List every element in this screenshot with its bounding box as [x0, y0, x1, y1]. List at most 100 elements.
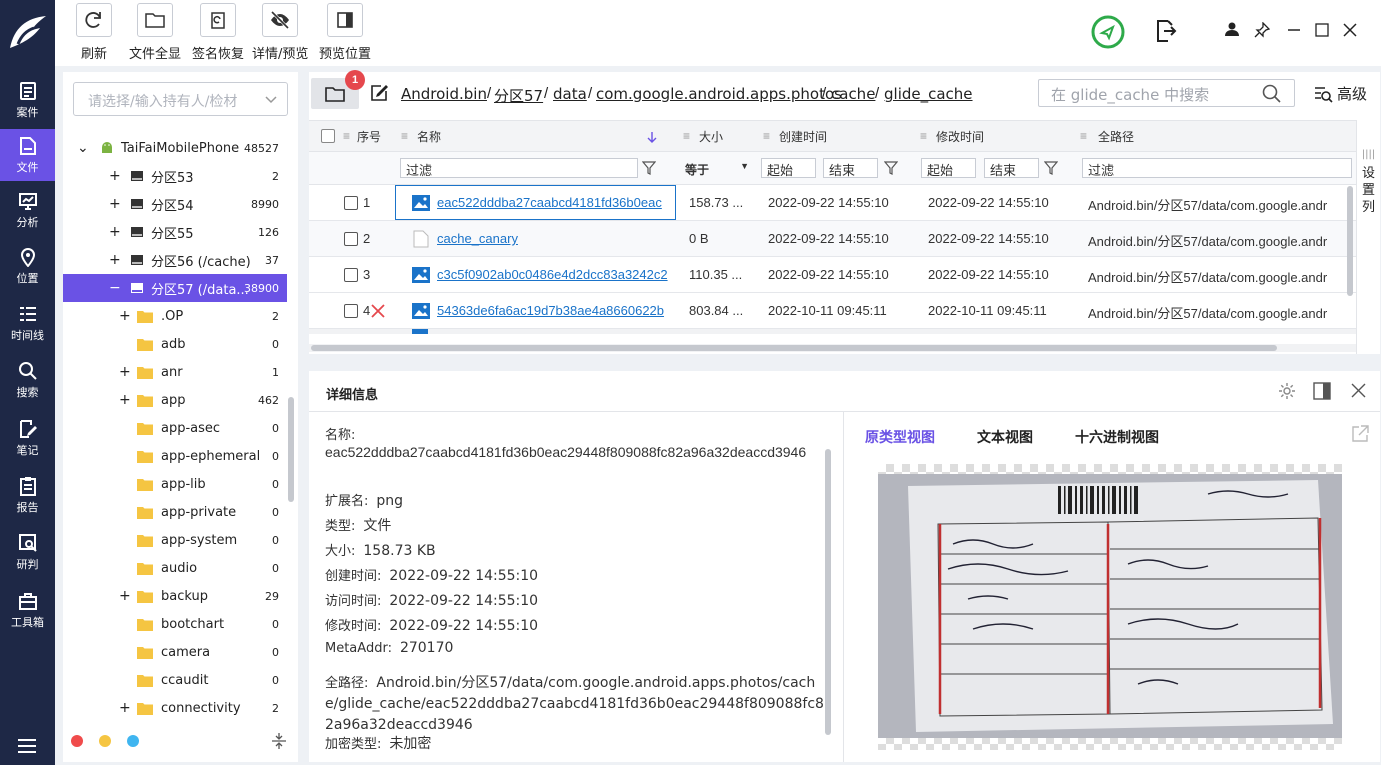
- name-filter-input[interactable]: 过滤: [400, 158, 638, 178]
- crumb-cache[interactable]: cache: [831, 85, 875, 103]
- created-start-input[interactable]: 起始: [761, 158, 816, 178]
- created-end-input[interactable]: 结束: [823, 158, 878, 178]
- filter-icon[interactable]: [1044, 161, 1058, 175]
- nav-item-toolbox[interactable]: 工具箱: [0, 584, 55, 636]
- collapse-icon[interactable]: −: [109, 280, 121, 296]
- nav-item-location[interactable]: 位置: [0, 240, 55, 292]
- search-input[interactable]: 在 glide_cache 中搜索: [1038, 79, 1295, 107]
- tree-item-partition[interactable]: + 分区53 2: [63, 162, 287, 190]
- expand-icon[interactable]: +: [119, 392, 131, 408]
- tree-item-partition[interactable]: + 分区55 126: [63, 218, 287, 246]
- nav-item-report[interactable]: 报告: [0, 469, 55, 521]
- expand-icon[interactable]: +: [119, 700, 131, 716]
- status-icon[interactable]: [1090, 14, 1126, 50]
- table-row[interactable]: 2 cache_canary 0 B 2022-09-22 14:55:10 2022-…: [309, 221, 1356, 257]
- preview-position-button[interactable]: 预览位置: [319, 3, 371, 62]
- row-name-link[interactable]: eac522dddba27caabcd4181fd36b0eac: [437, 195, 675, 210]
- nav-item-timeline[interactable]: 时间线: [0, 297, 55, 349]
- sig-restore-button[interactable]: 签名恢复: [192, 3, 244, 62]
- row-name-link[interactable]: 54363de6fa6ac19d7b38ae4a8660622b: [437, 303, 675, 318]
- edit-path-icon[interactable]: [369, 83, 389, 103]
- tree-item-partition[interactable]: + 分区54 8990: [63, 190, 287, 218]
- tree-item-folder[interactable]: ccaudit 0: [63, 666, 287, 694]
- close-icon[interactable]: [1343, 23, 1357, 37]
- tree-item-folder[interactable]: camera 0: [63, 638, 287, 666]
- row-checkbox[interactable]: [344, 196, 358, 210]
- expand-icon[interactable]: +: [119, 588, 131, 604]
- open-external-icon[interactable]: [1350, 424, 1370, 444]
- tree-item-folder[interactable]: app-system 0: [63, 526, 287, 554]
- tree-item-folder[interactable]: + connectivity 2: [63, 694, 287, 722]
- expand-icon[interactable]: +: [109, 196, 121, 212]
- tree-item-folder[interactable]: adb 0: [63, 330, 287, 358]
- maximize-icon[interactable]: [1315, 23, 1329, 37]
- modified-start-input[interactable]: 起始: [921, 158, 976, 178]
- nav-item-search[interactable]: 搜索: [0, 354, 55, 406]
- pin-icon[interactable]: [1254, 22, 1270, 38]
- row-checkbox[interactable]: [344, 232, 358, 246]
- row-checkbox[interactable]: [344, 304, 358, 318]
- crumb-data[interactable]: data: [553, 85, 587, 103]
- filter-icon[interactable]: [642, 161, 656, 175]
- tab-text-view[interactable]: 文本视图: [977, 427, 1033, 447]
- size-operator-select[interactable]: 等于 ▼: [685, 158, 749, 178]
- user-icon[interactable]: [1225, 22, 1239, 36]
- row-name-link[interactable]: c3c5f0902ab0c0486e4d2dcc83a3242c2: [437, 267, 675, 282]
- sort-desc-icon[interactable]: [647, 131, 657, 143]
- column-header-modified[interactable]: ≡ 修改时间: [910, 120, 1070, 152]
- select-all-checkbox[interactable]: [321, 129, 335, 143]
- close-icon[interactable]: [1351, 383, 1366, 398]
- tree-item-folder[interactable]: bootchart 0: [63, 610, 287, 638]
- settings-columns-button[interactable]: |||| 设置列: [1356, 120, 1380, 354]
- detail-scrollbar[interactable]: [825, 449, 831, 735]
- row-checkbox[interactable]: [344, 268, 358, 282]
- tree-item-folder[interactable]: app-ephemeral 0: [63, 442, 287, 470]
- tree-item-folder[interactable]: + app 462: [63, 386, 287, 414]
- refresh-button[interactable]: 刷新: [76, 3, 112, 62]
- expand-icon[interactable]: +: [119, 364, 131, 380]
- holder-select[interactable]: 请选择/输入持有人/检材: [73, 82, 288, 116]
- crumb-package[interactable]: com.google.android.apps.photos: [596, 85, 842, 103]
- advanced-search-button[interactable]: 高级: [1313, 83, 1367, 104]
- tree-item-folder[interactable]: app-private 0: [63, 498, 287, 526]
- nav-item-judgement[interactable]: 研判: [0, 526, 55, 578]
- tab-original-view[interactable]: 原类型视图: [865, 427, 935, 447]
- column-header-seq[interactable]: ≡ 序号: [309, 120, 395, 152]
- modified-end-input[interactable]: 结束: [984, 158, 1039, 178]
- expand-icon[interactable]: +: [119, 308, 131, 324]
- column-header-name[interactable]: ≡ 名称: [395, 120, 675, 152]
- expand-icon[interactable]: +: [109, 224, 121, 240]
- table-row[interactable]: 4 54363de6fa6ac19d7b38ae4a8660622b 803.84 …: [309, 293, 1356, 329]
- expand-icon[interactable]: +: [109, 252, 121, 268]
- row-name-link[interactable]: cache_canary: [437, 231, 675, 246]
- table-row[interactable]: 1 eac522dddba27caabcd4181fd36b0eac 158.73 …: [309, 185, 1356, 221]
- tree-item-folder[interactable]: + anr 1: [63, 358, 287, 386]
- tree-item-folder[interactable]: app-asec 0: [63, 414, 287, 442]
- tree-item-device[interactable]: ⌄ TaiFaiMobilePhone 48527: [63, 134, 287, 162]
- vertical-scrollbar[interactable]: [1347, 186, 1353, 296]
- nav-item-file[interactable]: 文件: [0, 129, 55, 181]
- tree-item-folder[interactable]: + .OP 2: [63, 302, 287, 330]
- tree-item-folder[interactable]: + backup 29: [63, 582, 287, 610]
- column-header-path[interactable]: ≡ 全路径: [1070, 120, 1356, 152]
- column-header-size[interactable]: ≡ 大小: [675, 120, 755, 152]
- panel-right-icon[interactable]: [1313, 382, 1331, 400]
- show-all-button[interactable]: 文件全显: [129, 3, 181, 62]
- expand-icon[interactable]: +: [109, 168, 121, 184]
- gear-icon[interactable]: [1278, 382, 1296, 400]
- nav-item-case[interactable]: 案件: [0, 74, 55, 126]
- tree-item-folder[interactable]: app-lib 0: [63, 470, 287, 498]
- tree-item-partition[interactable]: + 分区56 (/cache) 37: [63, 246, 287, 274]
- column-header-created[interactable]: ≡ 创建时间: [755, 120, 910, 152]
- path-filter-input[interactable]: 过滤: [1082, 158, 1352, 178]
- crumb-current[interactable]: glide_cache: [884, 85, 973, 103]
- filter-icon[interactable]: [884, 161, 898, 175]
- collapse-all-icon[interactable]: [270, 732, 288, 750]
- collapse-icon[interactable]: ⌄: [77, 140, 89, 156]
- detail-preview-button[interactable]: 详情/预览: [252, 3, 308, 62]
- table-row[interactable]: 3 c3c5f0902ab0c0486e4d2dcc83a3242c2 110.35…: [309, 257, 1356, 293]
- crumb-root[interactable]: Android.bin: [401, 85, 487, 103]
- export-icon[interactable]: [1155, 19, 1177, 43]
- horizontal-scrollbar[interactable]: [309, 344, 1356, 352]
- tab-hex-view[interactable]: 十六进制视图: [1075, 427, 1159, 447]
